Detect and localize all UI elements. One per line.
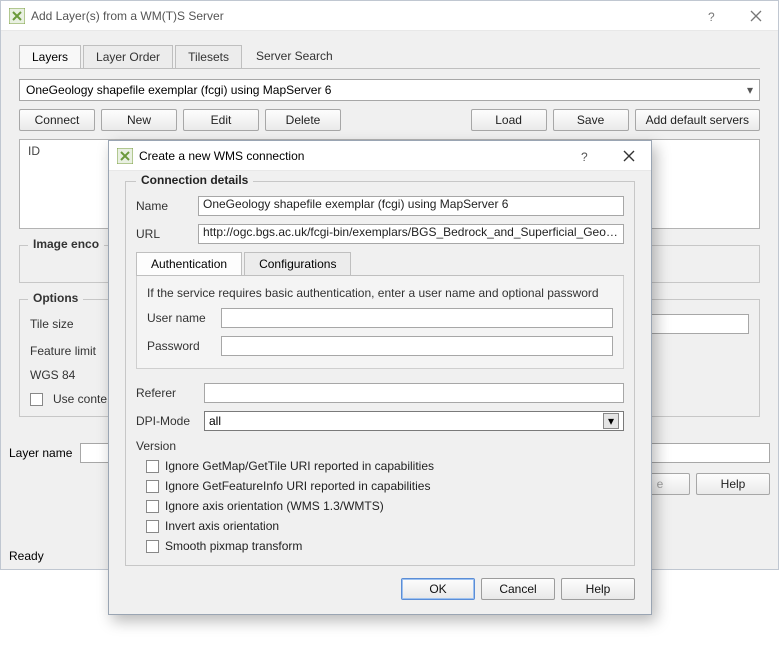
tab-configurations[interactable]: Configurations [244, 252, 351, 275]
help-icon[interactable]: ? [563, 141, 607, 171]
image-encoding-title: Image enco [28, 237, 104, 251]
password-input[interactable] [221, 336, 613, 356]
close-icon[interactable] [607, 141, 651, 171]
feature-limit-label: Feature limit [30, 344, 100, 358]
chevron-down-icon: ▾ [603, 413, 619, 429]
name-label: Name [136, 199, 188, 213]
server-button-row: Connect New Edit Delete Load Save Add de… [19, 109, 760, 131]
ignore-getfeatureinfo-label: Ignore GetFeatureInfo URI reported in ca… [165, 479, 430, 493]
auth-hint: If the service requires basic authentica… [147, 286, 613, 300]
ignore-axis-label: Ignore axis orientation (WMS 1.3/WMTS) [165, 499, 384, 513]
qgis-icon [9, 8, 25, 24]
edit-button[interactable]: Edit [183, 109, 259, 131]
add-default-servers-button[interactable]: Add default servers [635, 109, 760, 131]
invert-axis-checkbox[interactable] [146, 520, 159, 533]
url-input[interactable]: http://ogc.bgs.ac.uk/fcgi-bin/exemplars/… [198, 224, 624, 244]
help-icon[interactable]: ? [690, 1, 734, 31]
url-label: URL [136, 227, 188, 241]
ignore-getmap-label: Ignore GetMap/GetTile URI reported in ca… [165, 459, 434, 473]
modal-title: Create a new WMS connection [139, 149, 304, 163]
tile-size-label: Tile size [30, 317, 100, 331]
invert-axis-label: Invert axis orientation [165, 519, 279, 533]
close-icon[interactable] [734, 1, 778, 31]
name-input[interactable]: OneGeology shapefile exemplar (fcgi) usi… [198, 196, 624, 216]
window-controls: ? [690, 1, 778, 31]
dpi-mode-label: DPI-Mode [136, 414, 194, 428]
qgis-icon [117, 148, 133, 164]
tab-authentication[interactable]: Authentication [136, 252, 242, 275]
ignore-axis-checkbox[interactable] [146, 500, 159, 513]
svg-text:?: ? [708, 10, 715, 22]
ok-button[interactable]: OK [401, 578, 475, 600]
url-row: URL http://ogc.bgs.ac.uk/fcgi-bin/exempl… [136, 224, 624, 244]
tab-layers[interactable]: Layers [19, 45, 81, 68]
connection-details-group: Connection details Name OneGeology shape… [125, 181, 635, 566]
cancel-button[interactable]: Cancel [481, 578, 555, 600]
version-block: Version Ignore GetMap/GetTile URI report… [136, 439, 624, 553]
save-button[interactable]: Save [553, 109, 629, 131]
password-label: Password [147, 339, 213, 353]
wgs84-label: WGS 84 [30, 368, 100, 382]
tab-server-search[interactable]: Server Search [244, 45, 345, 68]
server-select-value: OneGeology shapefile exemplar (fcgi) usi… [26, 83, 331, 97]
smooth-pixmap-checkbox[interactable] [146, 540, 159, 553]
ignore-getfeatureinfo-checkbox[interactable] [146, 480, 159, 493]
modal-button-row: OK Cancel Help [125, 578, 635, 600]
username-input[interactable] [221, 308, 613, 328]
new-button[interactable]: New [101, 109, 177, 131]
tab-layer-order[interactable]: Layer Order [83, 45, 173, 68]
delete-button[interactable]: Delete [265, 109, 341, 131]
load-button[interactable]: Load [471, 109, 547, 131]
main-help-button[interactable]: Help [696, 473, 770, 495]
auth-tabstrip: Authentication Configurations [136, 252, 624, 276]
layer-name-label: Layer name [9, 446, 72, 460]
use-context-checkbox[interactable] [30, 393, 43, 406]
main-title: Add Layer(s) from a WM(T)S Server [31, 9, 224, 23]
options-group-title: Options [28, 291, 83, 305]
referer-input[interactable] [204, 383, 624, 403]
modal-help-button[interactable]: Help [561, 578, 635, 600]
main-titlebar: Add Layer(s) from a WM(T)S Server ? [1, 1, 778, 31]
tab-tilesets[interactable]: Tilesets [175, 45, 242, 68]
version-label: Version [136, 439, 624, 453]
create-wms-connection-dialog: Create a new WMS connection ? Connection… [108, 140, 652, 615]
referer-label: Referer [136, 386, 194, 400]
name-row: Name OneGeology shapefile exemplar (fcgi… [136, 196, 624, 216]
id-column-header: ID [28, 144, 40, 158]
modal-body: Connection details Name OneGeology shape… [109, 171, 651, 614]
ignore-getmap-checkbox[interactable] [146, 460, 159, 473]
username-label: User name [147, 311, 213, 325]
status-bar: Ready [9, 549, 44, 563]
chevron-down-icon: ▾ [747, 83, 753, 97]
connect-button[interactable]: Connect [19, 109, 95, 131]
dpi-mode-value: all [209, 414, 221, 428]
server-select[interactable]: OneGeology shapefile exemplar (fcgi) usi… [19, 79, 760, 101]
dpi-mode-select[interactable]: all ▾ [204, 411, 624, 431]
tabstrip: Layers Layer Order Tilesets Server Searc… [19, 45, 760, 69]
modal-window-controls: ? [563, 141, 651, 171]
use-context-label: Use conte [53, 392, 107, 406]
modal-titlebar: Create a new WMS connection ? [109, 141, 651, 171]
auth-pane: If the service requires basic authentica… [136, 276, 624, 369]
smooth-pixmap-label: Smooth pixmap transform [165, 539, 302, 553]
svg-text:?: ? [581, 150, 588, 162]
connection-details-title: Connection details [136, 173, 253, 187]
